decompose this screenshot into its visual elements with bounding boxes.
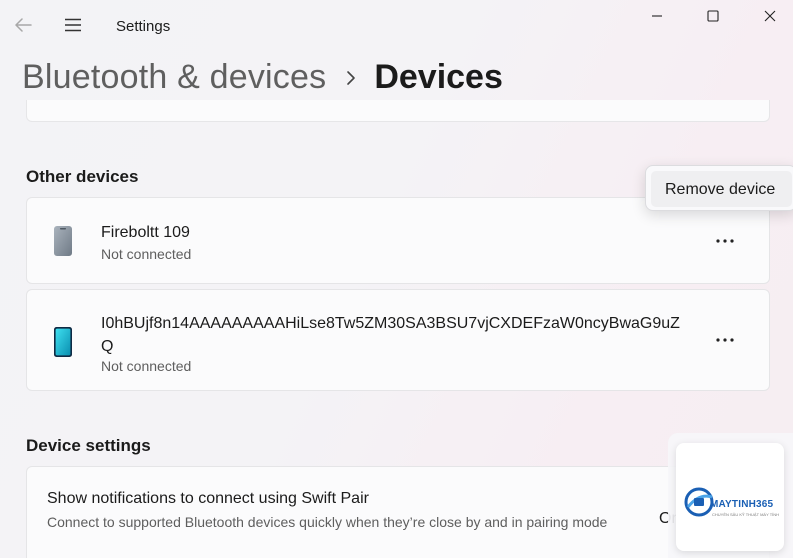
watermark-card: MAYTINH365 CHUYÊN SÂU KỸ THUẬT MÁY TÍNH [676, 443, 784, 551]
device-card[interactable]: I0hBUjf8n14AAAAAAAAAHiLse8Tw5ZM30SA3BSU7… [26, 289, 770, 391]
section-title-other-devices: Other devices [26, 167, 139, 186]
watermark-subtext: CHUYÊN SÂU KỸ THUẬT MÁY TÍNH [712, 512, 780, 517]
back-arrow-icon [15, 18, 32, 32]
minimize-icon [652, 15, 662, 17]
maximize-button[interactable] [685, 0, 741, 32]
breadcrumb-parent-link[interactable]: Bluetooth & devices [22, 58, 326, 97]
more-options-button[interactable] [711, 330, 739, 350]
more-options-icon [716, 338, 734, 342]
device-status: Not connected [101, 246, 192, 262]
app-title: Settings [116, 18, 171, 35]
watermark-text: MAYTINH365 [710, 499, 774, 510]
back-button[interactable] [8, 10, 38, 40]
title-bar: Settings [0, 0, 793, 52]
swift-pair-title: Show notifications to connect using Swif… [47, 490, 369, 507]
navigation-menu-button[interactable] [58, 10, 88, 40]
device-context-menu: Remove device [645, 165, 793, 211]
phone-teal-icon [49, 324, 77, 360]
phone-gray-icon [49, 224, 77, 258]
chevron-right-icon [346, 70, 356, 86]
device-name: I0hBUjf8n14AAAAAAAAAHiLse8Tw5ZM30SA3BSU7… [101, 315, 680, 355]
device-status: Not connected [101, 358, 192, 374]
minimize-button[interactable] [629, 0, 685, 32]
watermark-badge: MAYTINH365 CHUYÊN SÂU KỸ THUẬT MÁY TÍNH [668, 433, 793, 558]
close-button[interactable] [742, 0, 793, 32]
remove-device-menu-item[interactable]: Remove device [651, 171, 792, 207]
close-icon [764, 10, 776, 22]
section-title-device-settings: Device settings [26, 436, 151, 455]
previous-card [26, 100, 770, 122]
more-options-button[interactable] [711, 231, 739, 251]
swift-pair-description: Connect to supported Bluetooth devices q… [47, 514, 608, 530]
swift-pair-setting-card: Show notifications to connect using Swif… [26, 466, 770, 558]
hamburger-icon [65, 18, 81, 32]
more-options-icon [716, 239, 734, 243]
maximize-icon [707, 10, 719, 22]
page-title: Devices [374, 58, 503, 96]
device-name: Fireboltt 109 [101, 224, 190, 241]
breadcrumb: Bluetooth & devices Devices [22, 55, 503, 100]
